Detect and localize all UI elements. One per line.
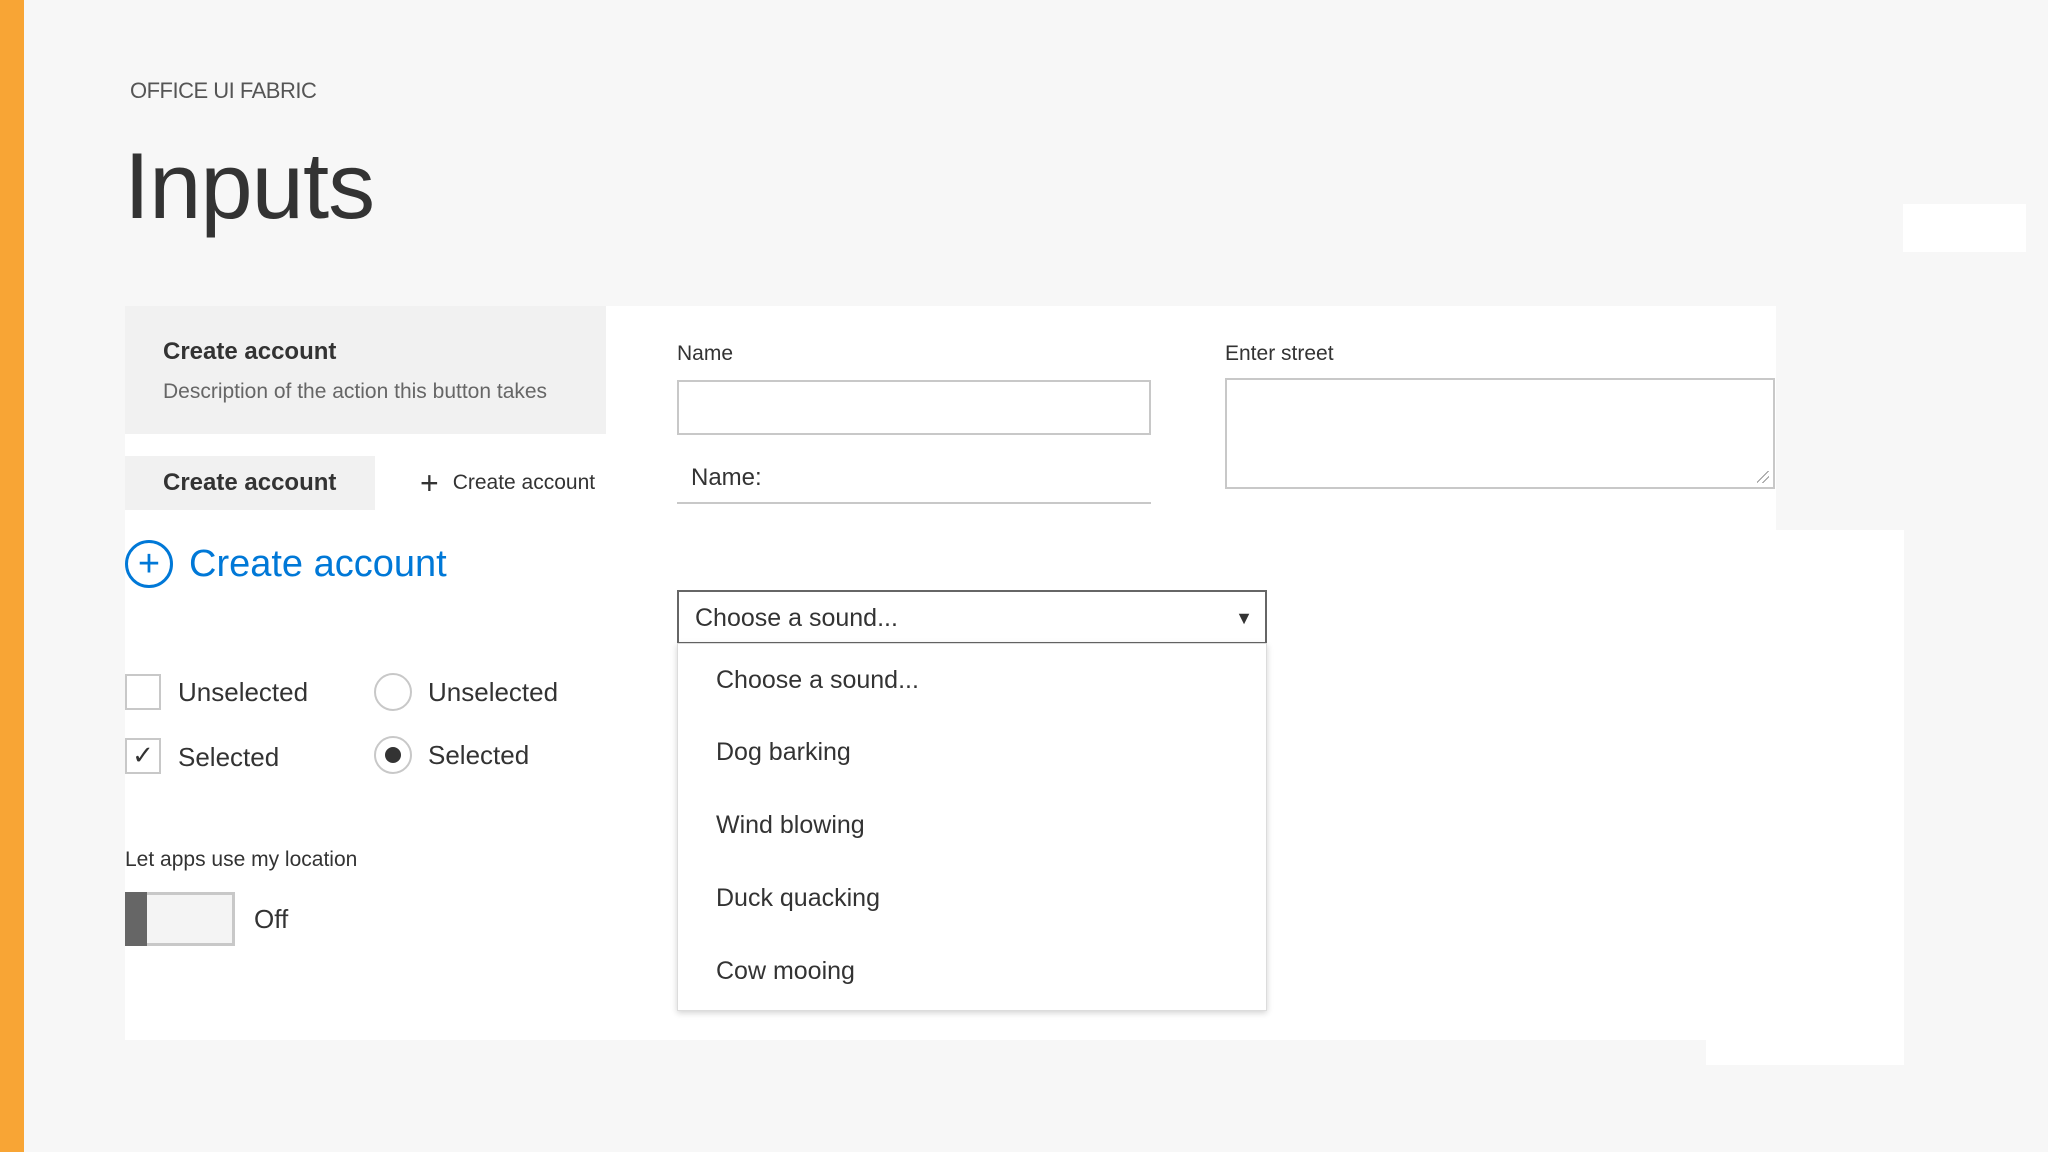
- compound-create-account-button[interactable]: Create account Description of the action…: [125, 306, 606, 434]
- dropdown-option[interactable]: Wind blowing: [716, 811, 865, 840]
- dropdown-option[interactable]: Choose a sound...: [716, 666, 919, 695]
- name-input[interactable]: [677, 380, 1151, 435]
- create-account-button[interactable]: Create account: [125, 456, 375, 510]
- accent-bar: [0, 0, 24, 1152]
- street-label: Enter street: [1225, 342, 1334, 365]
- dropdown-selected-value: Choose a sound...: [695, 604, 898, 632]
- eyebrow: OFFICE UI FABRIC: [130, 78, 317, 103]
- compound-button-title: Create account: [163, 338, 337, 365]
- resize-grip-icon[interactable]: [1757, 471, 1769, 483]
- dropdown-option[interactable]: Cow mooing: [716, 957, 855, 986]
- name-underlined-input[interactable]: Name:: [677, 448, 1151, 504]
- plus-circle-icon: +: [125, 540, 173, 588]
- toggle-state: Off: [254, 904, 289, 934]
- chevron-down-icon: ▼: [1235, 608, 1253, 628]
- name-underlined-label: Name:: [691, 464, 762, 491]
- decorative-panel: [1903, 204, 2026, 252]
- command-button-label: Create account: [452, 471, 596, 494]
- radio-selected[interactable]: [374, 736, 412, 774]
- demo-panel-left: [125, 432, 680, 1040]
- hero-button-label: Create account: [189, 542, 447, 585]
- radio-dot-icon: [385, 747, 401, 763]
- plus-icon: +: [420, 464, 439, 501]
- toggle-thumb[interactable]: [125, 892, 147, 946]
- radio-unselected[interactable]: [374, 673, 412, 711]
- hero-create-account-button[interactable]: + Create account: [125, 540, 447, 588]
- dropdown-menu: Choose a sound... Dog barking Wind blowi…: [677, 643, 1267, 1011]
- page-title: Inputs: [124, 133, 375, 238]
- checkbox-selected[interactable]: ✓: [125, 738, 161, 774]
- compound-button-description: Description of the action this button ta…: [163, 380, 548, 403]
- location-toggle[interactable]: [125, 892, 235, 946]
- checkbox-selected-label: Selected: [178, 742, 280, 772]
- command-create-account-button[interactable]: + Create account: [420, 464, 595, 502]
- dropdown-option[interactable]: Dog barking: [716, 738, 851, 767]
- sound-dropdown[interactable]: Choose a sound... ▼: [677, 590, 1267, 644]
- toggle-label: Let apps use my location: [125, 848, 358, 871]
- checkbox-unselected[interactable]: [125, 674, 161, 710]
- dropdown-option[interactable]: Duck quacking: [716, 884, 880, 913]
- name-label: Name: [677, 342, 734, 365]
- checkbox-unselected-label: Unselected: [178, 677, 309, 707]
- radio-unselected-label: Unselected: [428, 677, 559, 707]
- radio-selected-label: Selected: [428, 740, 530, 770]
- demo-panel-right: [1706, 530, 1904, 1065]
- check-icon: ✓: [132, 740, 154, 770]
- street-textarea[interactable]: [1225, 378, 1775, 489]
